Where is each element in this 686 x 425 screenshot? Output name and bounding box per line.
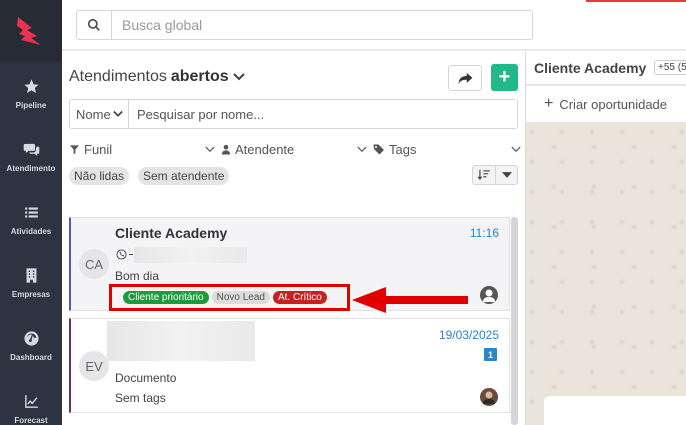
agent-filter-label: Atendente [235, 142, 295, 157]
name-filter-select-value: Nome [76, 106, 111, 122]
sidebar-item-pipeline[interactable]: Pipeline [0, 62, 62, 125]
assigned-user-avatar [480, 286, 498, 304]
sort-dropdown[interactable] [496, 165, 518, 185]
tag-chip: At. Crítico [272, 291, 327, 304]
tags-filter-label: Tags [389, 142, 417, 157]
tag-chip: Cliente prioritário [123, 291, 209, 304]
chevron-down-icon [357, 146, 367, 153]
sidebar-label: Atendimento [6, 163, 56, 173]
panel-title-status: abertos [170, 68, 229, 85]
building-icon [26, 267, 36, 283]
star-icon [23, 78, 39, 93]
create-opportunity-label: Criar oportunidade [559, 96, 668, 112]
sidebar-item-dashboard[interactable]: Dashboard [0, 314, 62, 377]
create-opportunity-button[interactable]: + Criar oportunidade [526, 85, 686, 123]
top-bar [62, 0, 686, 50]
sidebar-item-empresas[interactable]: Empresas [0, 251, 62, 314]
brand-logo[interactable] [0, 0, 62, 62]
chat-header: Cliente Academy +55 (5 [526, 51, 686, 84]
message-date: 19/03/2025 [438, 328, 499, 342]
chat-icon [23, 143, 39, 156]
chart-line-icon [24, 394, 38, 408]
sidebar-item-forecast[interactable]: Forecast [0, 377, 62, 425]
chat-contact-phone: +55 (5 [654, 60, 686, 75]
tags-filter[interactable]: Tags [373, 142, 521, 157]
gauge-icon [23, 330, 39, 346]
sort-button[interactable] [472, 165, 496, 185]
sidebar-label: Atividades [10, 226, 52, 236]
highlighted-tags: Cliente prioritário Novo Lead At. Crític… [109, 284, 350, 311]
global-search-input[interactable] [111, 10, 533, 40]
funnel-filter[interactable]: Funil [69, 142, 215, 157]
conversations-panel: Atendimentos abertos + Nome Funil Atende… [62, 51, 525, 425]
chevron-down-icon [232, 73, 245, 81]
top-accent-line [586, 0, 686, 2]
name-filter-select[interactable]: Nome [70, 100, 129, 128]
redacted-name [107, 321, 255, 361]
agent-filter[interactable]: Atendente [221, 142, 367, 157]
sidebar-label: Dashboard [10, 352, 52, 362]
funnel-icon [69, 145, 80, 155]
sort-icon [477, 169, 490, 181]
tag-chip: Novo Lead [211, 291, 270, 304]
unread-badge: 1 [484, 348, 497, 361]
sidebar-label: Pipeline [15, 100, 47, 110]
last-message: Documento [115, 371, 177, 385]
chevron-down-icon [511, 146, 521, 153]
phone-dash [129, 254, 133, 255]
plus-icon: + [544, 95, 554, 112]
tags-empty-text: Sem tags [115, 391, 166, 405]
add-conversation-button[interactable]: + [491, 64, 518, 91]
no-agent-chip[interactable]: Sem atendente [138, 167, 230, 185]
sidebar-item-atividades[interactable]: Atividades [0, 188, 62, 251]
chat-message-bubble [544, 396, 686, 425]
user-icon [221, 144, 231, 155]
funnel-filter-label: Funil [84, 142, 113, 157]
panel-title-prefix: Atendimentos [69, 68, 167, 85]
chat-pane: Cliente Academy +55 (5 + Criar oportunid… [525, 51, 686, 425]
contact-name: Cliente Academy [115, 225, 228, 241]
sidebar: Pipeline Atendimento Atividades Empresas… [0, 0, 62, 425]
sidebar-item-atendimento[interactable]: Atendimento [0, 125, 62, 188]
panel-title[interactable]: Atendimentos abertos [69, 68, 245, 86]
logo-icon [17, 17, 41, 45]
caret-down-icon [501, 172, 512, 178]
share-button[interactable] [448, 65, 482, 91]
name-search-input[interactable] [129, 100, 517, 128]
chevron-down-icon [205, 146, 215, 153]
search-button[interactable] [76, 10, 112, 40]
avatar: CA [79, 249, 109, 279]
annotation-arrow-icon [352, 287, 468, 313]
message-time: 11:16 [469, 226, 499, 240]
whatsapp-icon [116, 249, 127, 260]
list-scrollbar[interactable] [511, 217, 518, 425]
chat-background [526, 123, 686, 425]
avatar: EV [79, 351, 109, 381]
share-arrow-icon [458, 72, 472, 84]
list-icon [24, 207, 38, 217]
chevron-down-icon [112, 110, 123, 117]
chat-contact-name: Cliente Academy [534, 60, 647, 76]
filter-row: Funil Atendente Tags [69, 142, 521, 160]
search-icon [87, 18, 100, 31]
conversation-card[interactable]: EV 19/03/2025 1 Documento Sem tags [69, 318, 510, 413]
redacted-phone [134, 247, 247, 263]
assigned-user-avatar [480, 388, 498, 406]
sidebar-label: Forecast [14, 415, 48, 425]
tags-icon [373, 144, 384, 155]
name-filter: Nome [69, 99, 518, 129]
unread-chip[interactable]: Não lidas [69, 167, 130, 185]
last-message: Bom dia [115, 269, 160, 283]
sidebar-label: Empresas [11, 289, 51, 299]
